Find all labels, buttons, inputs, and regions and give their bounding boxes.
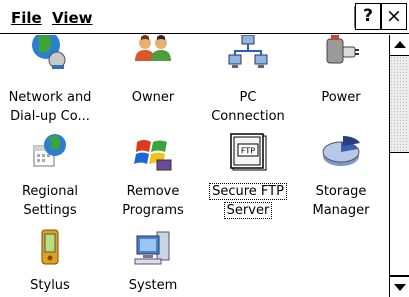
- control-panel-grid: Network and Dial-up Co... Owner PC Conne…: [0, 35, 389, 297]
- item-label-line2: Dial-up Co...: [10, 109, 90, 124]
- item-label-line2: Server: [199, 201, 297, 220]
- power-plug-icon: [326, 35, 359, 64]
- item-label-line1: Regional: [21, 184, 79, 199]
- menu-file[interactable]: File: [11, 9, 42, 27]
- stylus-device-icon: [41, 229, 59, 265]
- arrow-down-icon: [394, 284, 406, 291]
- item-label-line1: Storage: [315, 184, 367, 199]
- item-label-line2: Settings: [23, 203, 77, 218]
- vertical-scrollbar[interactable]: [389, 35, 409, 297]
- scroll-up-button[interactable]: [390, 35, 409, 56]
- owner-people-icon: [135, 35, 171, 61]
- item-label-line1: Remove: [126, 184, 180, 199]
- item-label-line2: Connection: [211, 109, 285, 124]
- item-label-line1: PC: [239, 90, 257, 105]
- item-label-line1: Secure FTP: [199, 182, 297, 201]
- scrollbar-thumb[interactable]: [390, 152, 409, 276]
- storage-pie-icon: [322, 136, 360, 166]
- item-label-line1: Power: [321, 90, 361, 105]
- remove-programs-icon: [134, 140, 172, 171]
- item-label-line1: Owner: [131, 90, 175, 105]
- svg-text:FTP: FTP: [241, 147, 255, 156]
- menu-bar: File View ? ×: [0, 0, 409, 34]
- menu-view[interactable]: View: [52, 9, 93, 27]
- arrow-up-icon: [394, 41, 406, 48]
- regional-settings-icon: [33, 134, 66, 167]
- item-label-line1: System: [128, 278, 178, 293]
- item-label-line2: Programs: [122, 203, 184, 218]
- pc-connection-icon: [228, 35, 268, 68]
- item-label-line1: Stylus: [30, 278, 70, 293]
- help-button[interactable]: ?: [354, 3, 381, 30]
- close-button[interactable]: ×: [381, 3, 407, 30]
- scroll-down-button[interactable]: [390, 276, 409, 297]
- ftp-server-icon: FTP: [230, 133, 267, 171]
- item-label-line1: Network and: [8, 90, 92, 105]
- system-computer-icon: [134, 231, 170, 265]
- item-label-line2: Manager: [312, 203, 370, 218]
- network-globe-icon: [32, 35, 66, 69]
